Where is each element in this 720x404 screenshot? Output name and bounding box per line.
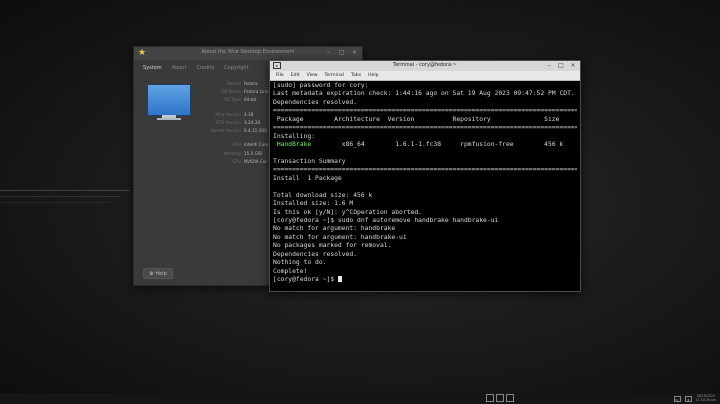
info-value: Fedora Linux <box>244 88 271 94</box>
window-icon[interactable] <box>486 394 494 402</box>
info-label: Xfce Version <box>215 111 241 117</box>
terminal-line: [cory@fedora ~]$ <box>273 276 577 284</box>
info-value: 3.24.38 <box>244 119 260 125</box>
info-label: OS Name <box>221 88 241 94</box>
terminal-line: ========================================… <box>273 124 577 132</box>
clock-time: 11:34:26 pm <box>695 397 716 402</box>
minimize-icon[interactable]: – <box>546 62 552 70</box>
terminal-line: Installed size: 1.6 M <box>273 200 354 208</box>
info-value: 64-bit <box>244 97 257 103</box>
menu-edit[interactable]: Edit <box>288 71 304 80</box>
terminal-line: Installing: <box>273 132 316 140</box>
terminal-line: [cory@fedora ~]$ sudo dnf autoremove han… <box>273 217 499 224</box>
menu-view[interactable]: View <box>304 71 322 80</box>
info-label: GTK Version <box>215 119 241 125</box>
terminal-line: Dependencies resolved. <box>273 250 358 258</box>
window-icon[interactable] <box>506 394 514 402</box>
monitor-base <box>157 118 181 120</box>
terminal-line: No match for argument: handbrake-ui <box>273 233 407 241</box>
terminal-line: Last metadata expiration check: 1:44:16 … <box>273 90 575 98</box>
terminal-line: Package Architecture Version Repository … <box>273 115 560 123</box>
terminal-cursor <box>337 276 342 283</box>
terminal-window[interactable]: ▸ Terminal - cory@fedora:~ – □ × File Ed… <box>269 60 581 292</box>
about-titlebar[interactable]: ★ About the Xfce Desktop Environment – □… <box>134 47 362 60</box>
terminal-line: Install 1 Package <box>273 174 342 182</box>
info-value: 15.5 GiB <box>244 150 262 156</box>
info-label: Kernel Version <box>211 128 241 134</box>
help-icon: ⊕ <box>149 270 154 277</box>
info-value: NVIDIA Cor <box>244 159 268 165</box>
terminal-line: Nothing to do. <box>273 259 327 267</box>
wallpaper-streak <box>0 196 120 197</box>
info-label: CPU <box>232 142 241 148</box>
tab-system[interactable]: System <box>140 64 169 72</box>
maximize-icon[interactable]: □ <box>338 49 345 57</box>
info-value: fedora <box>244 80 258 86</box>
menu-tabs[interactable]: Tabs <box>348 71 365 80</box>
wallpaper-streak <box>0 202 110 203</box>
terminal-line: Dependencies resolved. <box>273 98 358 106</box>
computer-monitor-icon <box>147 84 191 116</box>
close-icon[interactable]: × <box>351 49 358 57</box>
terminal-titlebar[interactable]: ▸ Terminal - cory@fedora:~ – □ × <box>270 61 580 71</box>
window-icon[interactable] <box>496 394 504 402</box>
close-icon[interactable]: × <box>570 62 576 70</box>
info-label: Device <box>226 80 241 86</box>
terminal-line: Transaction Summary <box>273 157 346 165</box>
help-button-label: Help <box>155 270 167 277</box>
info-value: Intel® Core <box>244 142 269 148</box>
terminal-line: Total download size: 456 k <box>273 191 373 199</box>
menu-terminal[interactable]: Terminal <box>322 71 348 80</box>
about-tabs: System About Credits Copyright <box>140 64 256 72</box>
info-label: OS Type <box>224 97 241 103</box>
terminal-output[interactable]: [sudo] password for cory: Last metadata e… <box>273 82 577 287</box>
minimize-icon[interactable]: – <box>325 49 332 57</box>
terminal-line: ========================================… <box>273 166 577 174</box>
info-label: Memory <box>223 150 241 156</box>
network-icon[interactable]: ▭ <box>673 395 681 402</box>
info-value: 4.18 <box>244 111 254 117</box>
system-tray: ▭ ◂ 08/19/2023 11:34:26 pm <box>673 393 720 404</box>
terminal-line: HandBrake x86_64 1.6.1-1.fc38 rpmfusion-… <box>276 141 564 149</box>
package-name-highlight: HandBrake <box>276 141 312 149</box>
menu-file[interactable]: File <box>273 71 288 80</box>
terminal-menubar: File Edit View Terminal Tabs Help <box>270 71 580 81</box>
clock[interactable]: 08/19/2023 11:34:26 pm <box>695 394 716 402</box>
menu-help[interactable]: Help <box>365 71 382 80</box>
taskbar: ▭ ◂ 08/19/2023 11:34:26 pm <box>0 393 720 404</box>
wallpaper-streak <box>0 190 130 191</box>
info-value: 6.4.11-200 <box>244 128 267 134</box>
tab-copyright[interactable]: Copyright <box>221 64 255 72</box>
tab-credits[interactable]: Credits <box>193 64 221 72</box>
info-label: GPU <box>232 159 241 165</box>
volume-icon[interactable]: ◂ <box>684 395 692 402</box>
terminal-line: No packages marked for removal. <box>273 242 392 250</box>
terminal-line: No match for argument: handbrake <box>273 225 396 233</box>
help-button[interactable]: ⊕ Help <box>143 268 173 279</box>
terminal-line: ========================================… <box>273 107 577 115</box>
terminal-line: [sudo] password for cory: <box>273 82 369 89</box>
maximize-icon[interactable]: □ <box>558 62 564 70</box>
terminal-window-title: Terminal - cory@fedora:~ <box>393 62 457 68</box>
tab-about[interactable]: About <box>169 64 194 72</box>
terminal-line: Is this ok [y/N]: y^COperation aborted. <box>273 208 422 216</box>
terminal-line: Complete! <box>273 267 308 275</box>
